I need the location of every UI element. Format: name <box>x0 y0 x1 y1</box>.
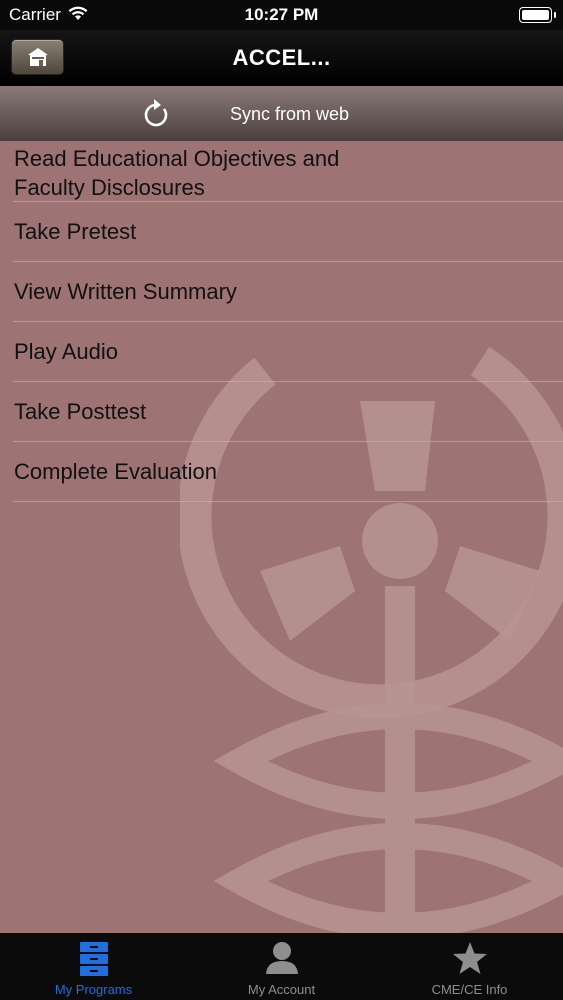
battery-icon <box>519 7 556 23</box>
menu-item-evaluation[interactable]: Complete Evaluation <box>13 442 563 502</box>
menu-item-play-audio[interactable]: Play Audio <box>13 322 563 382</box>
menu-item-label: Complete Evaluation <box>14 459 218 484</box>
sync-label: Sync from web <box>230 104 350 124</box>
tab-my-programs[interactable]: My Programs <box>0 933 187 1000</box>
status-bar: Carrier 10:27 PM <box>0 0 563 30</box>
content-area: Read Educational Objectives and Faculty … <box>0 141 563 933</box>
menu-item-written-summary[interactable]: View Written Summary <box>13 262 563 322</box>
refresh-icon <box>144 99 168 127</box>
menu-item-label: Take Posttest <box>14 399 147 424</box>
tab-cme-ce-info[interactable]: CME/CE Info <box>376 933 563 1000</box>
menu-item-objectives[interactable]: Read Educational Objectives and Faculty … <box>13 141 563 202</box>
page-title: ACCEL... <box>232 45 331 70</box>
tab-bar: My Programs My Account CME/CE Info <box>0 933 563 1000</box>
menu-item-label: Read Educational Objectives and Faculty … <box>14 146 340 200</box>
menu-item-posttest[interactable]: Take Posttest <box>13 382 563 442</box>
sync-bar[interactable]: Sync from web <box>0 86 563 141</box>
program-menu: Read Educational Objectives and Faculty … <box>0 141 563 502</box>
menu-item-pretest[interactable]: Take Pretest <box>13 202 563 262</box>
tab-my-account[interactable]: My Account <box>188 933 375 1000</box>
tab-label: My Account <box>247 982 316 997</box>
star-icon <box>452 942 487 974</box>
menu-item-label: Take Pretest <box>14 219 137 244</box>
menu-item-label: Play Audio <box>14 339 118 364</box>
menu-item-label: View Written Summary <box>14 279 237 304</box>
clock: 10:27 PM <box>244 5 319 24</box>
tab-label: My Programs <box>54 982 133 997</box>
person-icon <box>265 942 298 974</box>
navigation-bar: ACCEL... <box>0 30 563 86</box>
cabinet-icon <box>79 942 108 976</box>
tab-label: CME/CE Info <box>431 982 508 997</box>
